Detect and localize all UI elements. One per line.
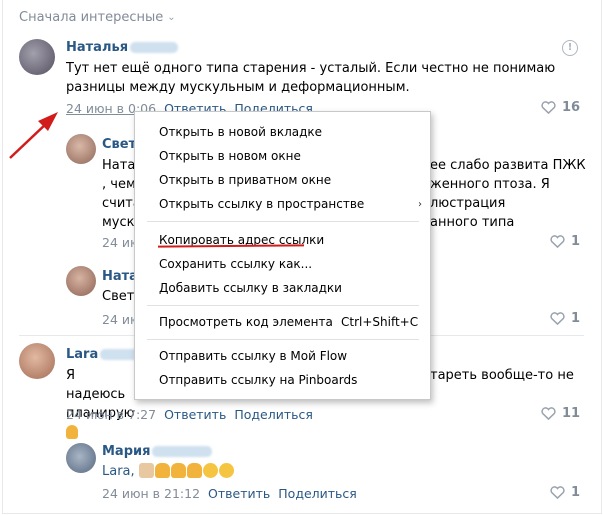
avatar[interactable] xyxy=(66,134,96,164)
reply-link[interactable]: Ответить xyxy=(208,486,270,501)
like-button[interactable]: 11 xyxy=(541,406,580,421)
avatar[interactable] xyxy=(66,266,96,296)
comment-text: Тут нет ещё одного типа старения - устал… xyxy=(66,59,586,97)
red-arrow-annotation xyxy=(9,112,58,159)
menu-bookmark-link[interactable]: Добавить ссылку в закладки xyxy=(159,281,342,295)
like-button[interactable]: 1 xyxy=(550,485,580,500)
comment-meta: 24 июн в 21:12 Ответить Поделиться xyxy=(102,486,357,501)
like-button[interactable]: 1 xyxy=(550,234,580,249)
comment-author[interactable]: Ната xyxy=(102,269,138,284)
text-line: разницы между мускульным и деформационны… xyxy=(66,80,410,95)
clap-emoji-icon xyxy=(66,425,78,439)
comment-text-right: ее слабо развита ПЖК женного птоза. Я лю… xyxy=(430,158,586,230)
context-menu: Открыть в новой вкладке Открыть в новом … xyxy=(134,111,431,400)
clap-emoji-icon xyxy=(186,463,202,478)
menu-open-new-window[interactable]: Открыть в новом окне xyxy=(159,149,301,163)
text-line: Тут нет ещё одного типа старения - устал… xyxy=(66,61,556,76)
menu-send-to-flow[interactable]: Отправить ссылку в Мой Flow xyxy=(159,349,347,363)
clap-emoji-icon xyxy=(170,463,186,478)
heart-icon xyxy=(541,407,556,420)
menu-divider xyxy=(147,221,419,222)
like-count: 1 xyxy=(571,485,581,500)
heart-icon xyxy=(550,486,565,499)
menu-send-to-pinboards[interactable]: Отправить ссылку на Pinboards xyxy=(159,373,357,387)
submenu-arrow-icon: › xyxy=(418,199,422,210)
comment-text-left: Я надеюсь планирую xyxy=(66,366,136,442)
avatar[interactable] xyxy=(19,343,55,379)
comment-text-right: тареть вообще-то не xyxy=(430,368,574,383)
menu-save-link-as[interactable]: Сохранить ссылку как... xyxy=(159,257,312,271)
clap-emoji-icon xyxy=(154,463,170,478)
inspect-shortcut: Ctrl+Shift+C xyxy=(341,315,419,329)
info-icon[interactable]: ! xyxy=(562,40,578,56)
menu-open-in-space[interactable]: Открыть ссылку в пространстве xyxy=(159,197,364,211)
blurred-name xyxy=(152,446,213,457)
like-count: 16 xyxy=(562,100,581,115)
grin-emoji-icon xyxy=(202,463,218,478)
share-link[interactable]: Поделиться xyxy=(278,486,357,501)
grin-emoji-icon xyxy=(218,463,234,478)
like-count: 11 xyxy=(562,406,581,421)
comment-author[interactable]: Мария xyxy=(102,444,213,459)
share-link[interactable]: Поделиться xyxy=(234,407,313,422)
blurred-name xyxy=(130,42,179,53)
comment-date[interactable]: 24 июн в 21:12 xyxy=(102,486,200,501)
comment-date[interactable]: 24 июн в 7:27 xyxy=(66,407,156,422)
menu-divider xyxy=(147,305,419,306)
thumbs-up-emoji-icon xyxy=(138,463,154,478)
like-button[interactable]: 16 xyxy=(541,100,580,115)
comment-text: Lara, xyxy=(102,462,235,481)
like-count: 1 xyxy=(571,311,581,326)
heart-icon xyxy=(550,235,565,248)
reply-link[interactable]: Ответить xyxy=(164,407,226,422)
menu-inspect-element[interactable]: Просмотреть код элемента xyxy=(159,315,333,329)
comment-author[interactable]: Наталья xyxy=(66,40,179,55)
comment-meta: 24 июн в 7:27 Ответить Поделиться xyxy=(66,407,313,422)
menu-divider xyxy=(147,339,419,340)
like-button[interactable]: 1 xyxy=(550,311,580,326)
chevron-down-icon: ⌄ xyxy=(167,12,176,23)
like-count: 1 xyxy=(571,234,581,249)
menu-open-new-tab[interactable]: Открыть в новой вкладке xyxy=(159,125,322,139)
heart-icon xyxy=(550,312,565,325)
menu-open-private-window[interactable]: Открыть в приватном окне xyxy=(159,173,331,187)
avatar[interactable] xyxy=(66,443,96,473)
heart-icon xyxy=(541,101,556,114)
